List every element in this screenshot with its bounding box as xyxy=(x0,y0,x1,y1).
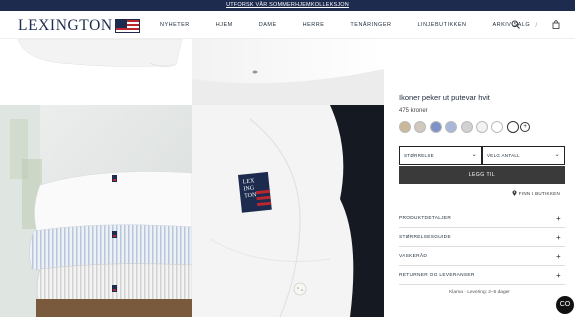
add-to-cart-button[interactable]: LEGG TIL xyxy=(399,166,565,184)
nav-item-dame[interactable]: DAME xyxy=(259,22,277,28)
option-selects: STØRRELSE ⌄ VELG ANTALL ⌄ xyxy=(399,146,565,165)
swatch-1[interactable] xyxy=(399,121,411,133)
accordion-care[interactable]: VASKERÅD + xyxy=(399,247,565,266)
nav-item-hjem[interactable]: HJEM xyxy=(216,22,233,28)
nav-item-linjebutikken[interactable]: LINJEBUTIKKEN xyxy=(417,22,466,28)
swatch-4[interactable] xyxy=(445,121,458,133)
site-header: LEXINGTON NYHETER HJEM DAME HERRE TENÅRI… xyxy=(0,11,575,39)
product-title: Ikoner peker ut putevar hvit xyxy=(399,93,490,102)
accordion-label: PRODUKTDETALJER xyxy=(399,216,452,221)
chevron-down-icon: ⌄ xyxy=(554,152,560,158)
product-price: 475 kroner xyxy=(399,108,428,114)
header-divider: / xyxy=(535,22,537,29)
swatch-6[interactable] xyxy=(475,121,488,133)
nav-item-nyheter[interactable]: NYHETER xyxy=(160,22,190,28)
accordion-label: VASKERÅD xyxy=(399,254,428,259)
flag-icon xyxy=(114,18,140,33)
swatch-3[interactable] xyxy=(429,121,442,133)
nav-item-tenaringer[interactable]: TENÅRINGER xyxy=(350,22,391,28)
quantity-select[interactable]: VELG ANTALL ⌄ xyxy=(482,146,565,165)
accordion-label: STØRRELSESGUIDE xyxy=(399,235,451,240)
quantity-select-label: VELG ANTALL xyxy=(487,153,520,158)
label-text-1: LEX xyxy=(243,178,256,185)
size-select-label: STØRRELSE xyxy=(404,153,434,158)
accordion-returns[interactable]: RETURNER OG LEVERANSER + xyxy=(399,266,565,285)
logo[interactable]: LEXINGTON xyxy=(18,18,140,33)
accordion-size-guide[interactable]: STØRRELSESGUIDE + xyxy=(399,228,565,247)
promo-banner[interactable]: UTFORSK VÅR SOMMERHJEMKOLLEKSJON xyxy=(0,0,575,11)
plus-icon: + xyxy=(556,252,561,261)
search-icon[interactable] xyxy=(511,20,521,31)
chevron-down-icon: ⌄ xyxy=(471,152,477,158)
swatch-8[interactable] xyxy=(506,121,519,133)
plus-icon: + xyxy=(556,233,561,242)
find-in-store-link[interactable]: FINN I BUTIKKEN xyxy=(512,190,560,196)
nav-item-herre[interactable]: HERRE xyxy=(303,22,325,28)
label-text-2: ING xyxy=(243,185,255,192)
gallery-image-3[interactable] xyxy=(0,105,193,317)
product-accordion: PRODUKTDETALJER + STØRRELSESGUIDE + VASK… xyxy=(399,209,565,285)
gallery-image-4[interactable] xyxy=(192,105,384,317)
logo-text: LEXINGTON xyxy=(18,17,113,34)
gallery-image-1[interactable] xyxy=(0,39,192,105)
accordion-product-details[interactable]: PRODUKTDETALJER + xyxy=(399,209,565,228)
chat-button[interactable]: CO xyxy=(556,296,574,314)
accordion-label: RETURNER OG LEVERANSER xyxy=(399,273,475,278)
swatch-5[interactable] xyxy=(460,121,473,133)
bag-icon[interactable] xyxy=(552,20,560,31)
color-swatches: + xyxy=(399,121,531,133)
swatch-2[interactable] xyxy=(414,121,427,133)
delivery-info: Klarna · Levering: 2–5 dager xyxy=(449,290,510,295)
gallery-image-2[interactable] xyxy=(192,39,384,105)
lexington-label: LEX ING TON xyxy=(238,171,272,213)
header-actions: / xyxy=(496,20,560,31)
size-select[interactable]: STØRRELSE ⌄ xyxy=(399,146,482,165)
product-gallery[interactable]: LEX ING TON xyxy=(0,39,384,317)
plus-icon: + xyxy=(556,271,561,280)
more-swatches-button[interactable]: + xyxy=(520,122,531,132)
find-in-store-label: FINN I BUTIKKEN xyxy=(518,191,560,196)
product-panel: Ikoner peker ut putevar hvit 475 kroner … xyxy=(384,39,575,317)
swatch-7[interactable] xyxy=(491,121,504,133)
plus-icon: + xyxy=(556,214,561,223)
